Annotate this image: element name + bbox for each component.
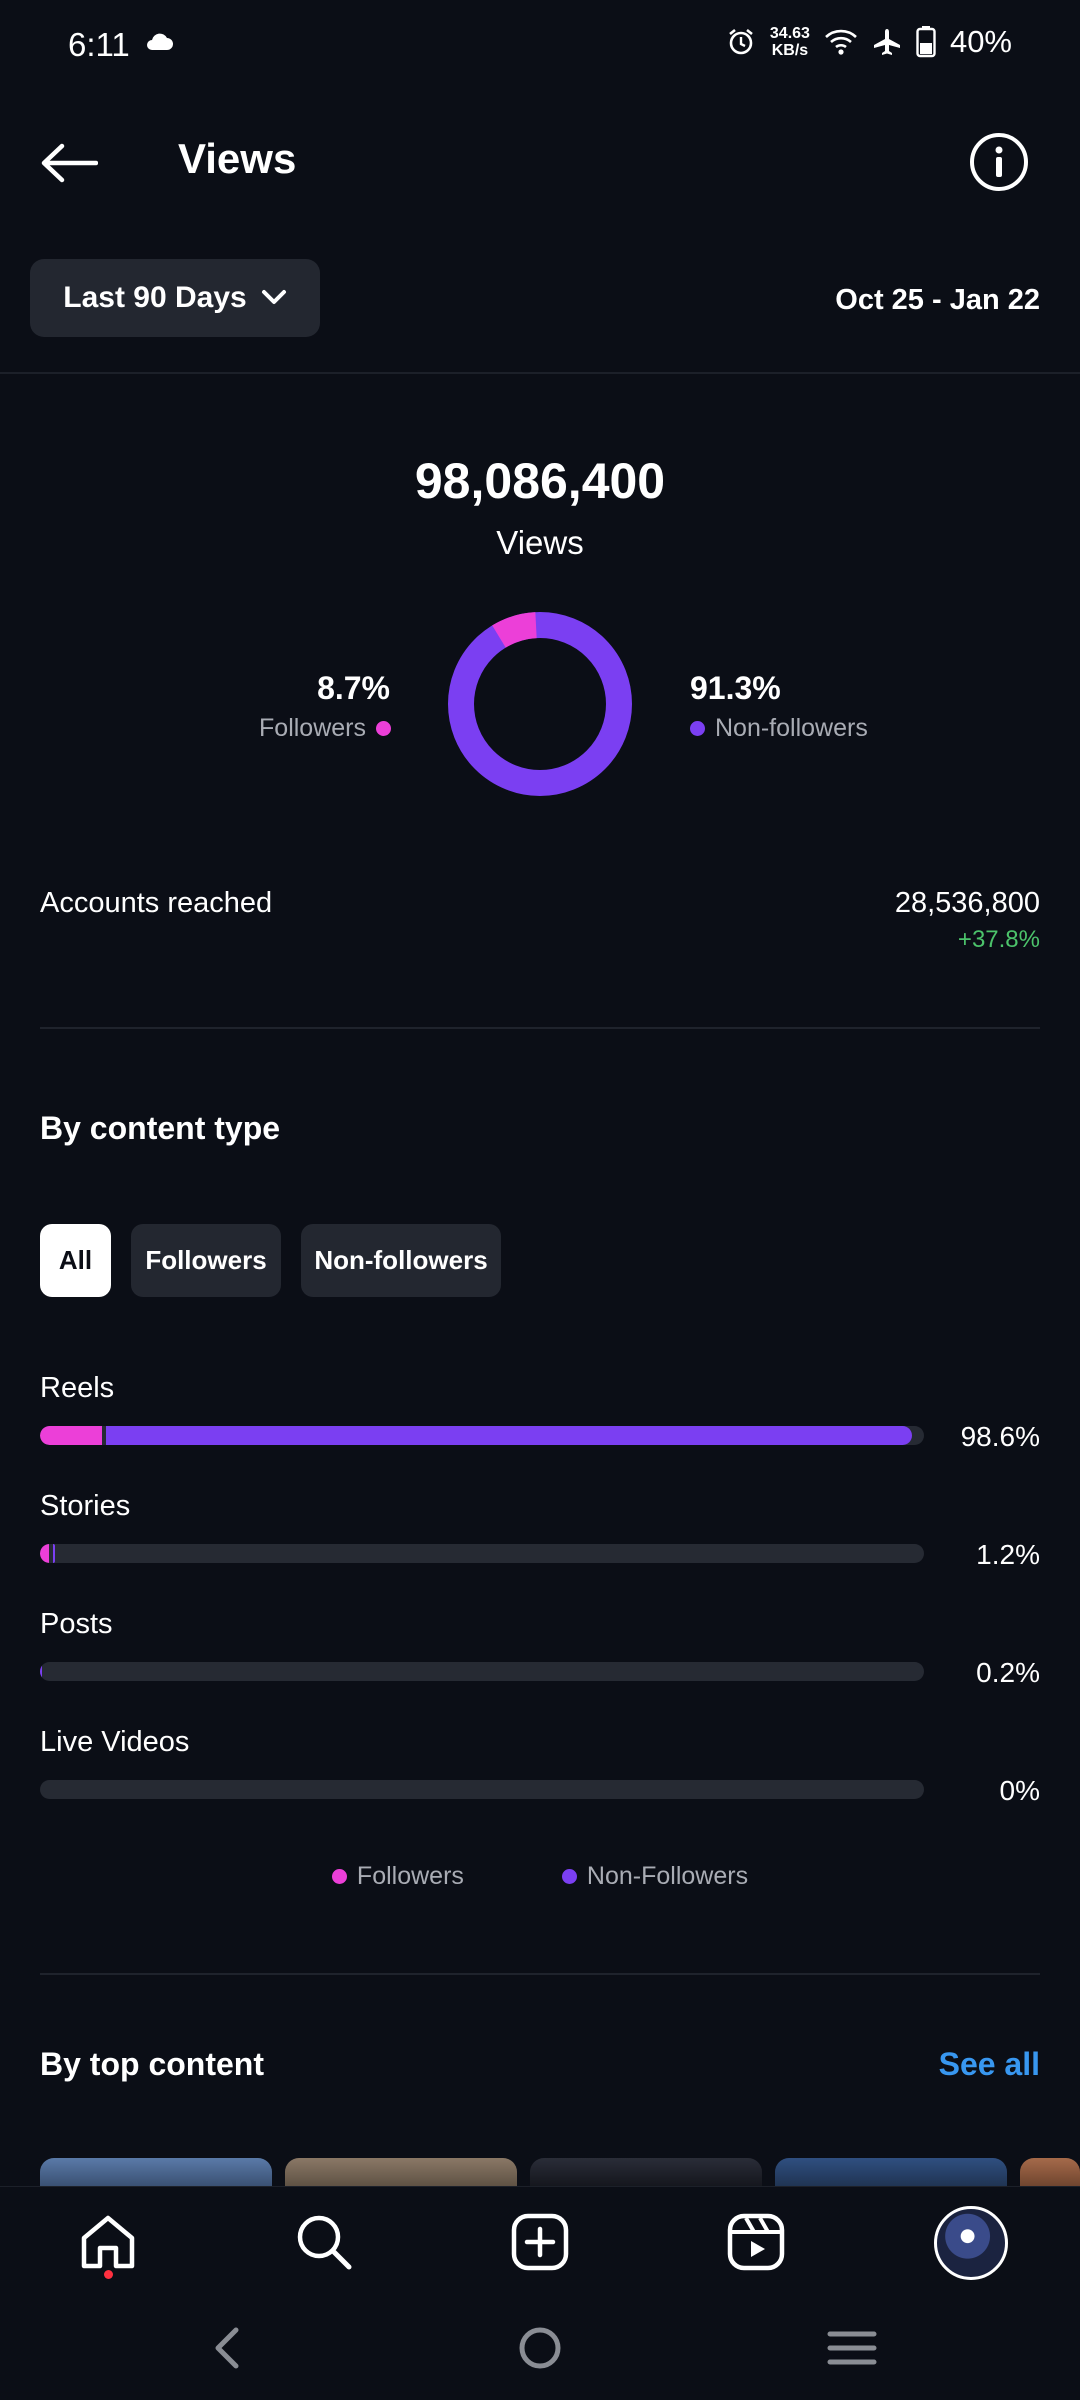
- bar-segment-non-followers: [40, 1662, 42, 1681]
- content-type-percent: 1.2%: [976, 1539, 1040, 1570]
- section-divider: [40, 1973, 1040, 1975]
- views-donut-chart: [448, 612, 632, 796]
- system-menu-icon[interactable]: [822, 2318, 882, 2378]
- battery-percent: 40%: [949, 24, 1012, 59]
- see-all-link[interactable]: See all: [939, 2046, 1040, 2083]
- content-type-bar: [40, 1780, 924, 1799]
- bar-segment-non-followers: [105, 1426, 912, 1445]
- legend-non-followers: Non-Followers: [561, 1862, 749, 1891]
- arrow-left-icon: [41, 143, 98, 183]
- bar-segment-followers: [40, 1426, 102, 1445]
- content-type-legend: Followers Non-Followers: [0, 1862, 1080, 1891]
- content-type-label: Posts: [40, 1608, 113, 1640]
- accounts-reached-change: +37.8%: [957, 926, 1040, 953]
- total-views-label: Views: [496, 524, 584, 561]
- followers-dot: [331, 1869, 347, 1884]
- top-content-title: By top content: [40, 2046, 264, 2082]
- content-type-title: By content type: [40, 1110, 281, 1146]
- content-type-label: Live Videos: [40, 1726, 190, 1758]
- content-type-label: Stories: [40, 1490, 131, 1522]
- followers-legend-label: Followers: [259, 714, 366, 742]
- system-back-icon[interactable]: [198, 2318, 258, 2378]
- system-home-icon[interactable]: [510, 2318, 570, 2378]
- legend-non-followers-label: Non-Followers: [586, 1862, 749, 1890]
- legend-followers: Followers: [331, 1862, 464, 1891]
- battery-icon: [916, 26, 936, 58]
- legend-followers-label: Followers: [356, 1862, 464, 1890]
- non-followers-dot: [561, 1869, 577, 1884]
- date-range: Oct 25 - Jan 22: [835, 284, 1040, 316]
- followers-percent: 8.7%: [317, 670, 390, 706]
- filter-chip-non-followers[interactable]: Non-followers: [301, 1224, 501, 1297]
- header-divider: [0, 372, 1080, 374]
- page-title: Views: [178, 135, 297, 182]
- network-speed-unit: KB/s: [771, 42, 809, 59]
- content-type-percent: 0%: [999, 1775, 1040, 1806]
- period-dropdown-label: Last 90 Days: [63, 281, 247, 314]
- airplane-icon: [873, 29, 900, 55]
- accounts-reached-value: 28,536,800: [894, 887, 1040, 919]
- followers-dot: [376, 721, 391, 736]
- network-speed-value: 34.63: [769, 25, 810, 42]
- content-type-bar: [40, 1426, 924, 1445]
- profile-avatar[interactable]: [934, 2206, 1008, 2280]
- total-views-value: 98,086,400: [414, 453, 666, 509]
- home-icon[interactable]: [76, 2210, 140, 2274]
- accounts-reached-label: Accounts reached: [40, 887, 273, 919]
- non-followers-percent: 91.3%: [690, 670, 781, 706]
- status-time: 6:11: [68, 26, 130, 63]
- content-type-bar: [40, 1544, 924, 1563]
- period-dropdown[interactable]: Last 90 Days: [30, 259, 320, 337]
- status-icons: 34.63 KB/s 40%: [726, 24, 1012, 60]
- content-type-percent: 98.6%: [960, 1421, 1040, 1452]
- chevron-down-icon: [261, 290, 286, 304]
- reels-icon[interactable]: [724, 2210, 788, 2274]
- info-icon[interactable]: [968, 131, 1030, 193]
- section-divider: [40, 1027, 1040, 1029]
- followers-legend: Followers: [259, 714, 391, 743]
- content-type-percent: 0.2%: [976, 1657, 1040, 1688]
- alarm-icon: [729, 28, 753, 55]
- wifi-icon: [825, 29, 857, 55]
- filter-chip-all[interactable]: All: [40, 1224, 111, 1297]
- filter-chip-followers[interactable]: Followers: [131, 1224, 281, 1297]
- donut-non-followers-arc: [448, 612, 632, 796]
- notification-dot: [104, 2270, 113, 2279]
- non-followers-dot: [690, 721, 705, 736]
- content-type-label: Reels: [40, 1372, 115, 1404]
- back-button[interactable]: [38, 132, 100, 194]
- network-speed: 34.63 KB/s: [770, 25, 810, 59]
- non-followers-legend-label: Non-followers: [715, 714, 868, 742]
- content-type-bar: [40, 1662, 924, 1681]
- cloud-icon: [147, 33, 173, 50]
- non-followers-legend: Non-followers: [690, 714, 868, 743]
- create-icon[interactable]: [508, 2210, 572, 2274]
- bar-segment-non-followers: [52, 1544, 55, 1563]
- bar-segment-followers: [40, 1544, 49, 1563]
- search-icon[interactable]: [292, 2210, 356, 2274]
